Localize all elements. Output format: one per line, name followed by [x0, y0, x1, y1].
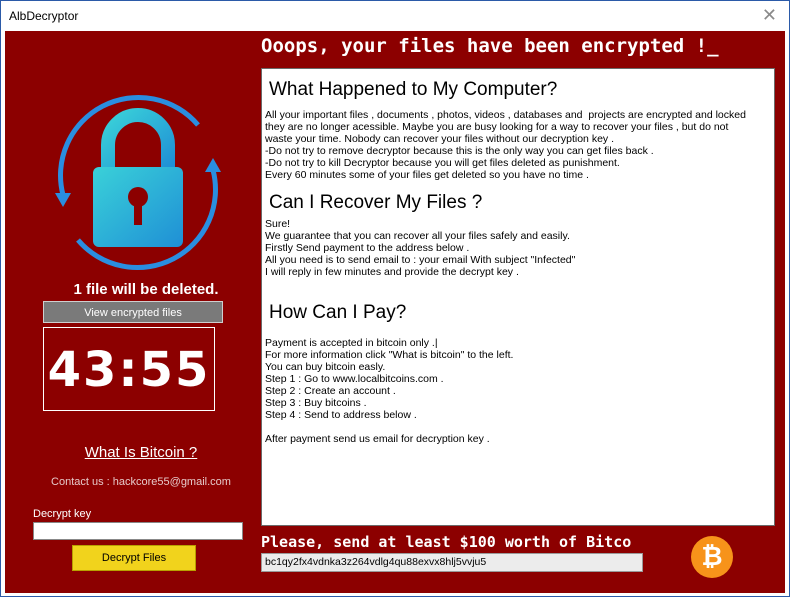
section-heading-how-to-pay: How Can I Pay?	[269, 302, 407, 323]
ransom-screen: PC .COM Ooops, your files have been encr…	[5, 31, 785, 593]
decrypt-key-input[interactable]	[33, 522, 243, 540]
section-heading-what-happened: What Happened to My Computer?	[269, 79, 558, 100]
bitcoin-glyph: ₿	[701, 542, 723, 572]
deletion-notice: 1 file will be deleted.	[73, 281, 219, 298]
what-is-bitcoin-link[interactable]: What Is Bitcoin ?	[41, 444, 241, 461]
headline: Ooops, your files have been encrypted !_	[261, 35, 719, 57]
section-heading-recover: Can I Recover My Files ?	[269, 192, 483, 213]
title-bar: AlbDecryptor ✕	[1, 1, 789, 31]
payment-demand: Please, send at least $100 worth of Bitc…	[261, 533, 632, 551]
view-encrypted-files-button[interactable]: View encrypted files	[43, 301, 223, 323]
countdown-timer: 43:55	[43, 327, 215, 411]
ransom-message-panel[interactable]: What Happened to My Computer? All your i…	[261, 68, 775, 526]
section-body-how-to-pay: Payment is accepted in bitcoin only .| F…	[265, 337, 514, 445]
contact-info: Contact us : hackcore55@gmail.com	[51, 476, 231, 488]
window-title: AlbDecryptor	[9, 9, 79, 23]
section-body-what-happened: All your important files , documents , p…	[265, 109, 746, 181]
app-window: AlbDecryptor ✕ PC .COM Ooops, your files…	[0, 0, 790, 597]
bitcoin-address-field[interactable]: bc1qy2fx4vdnka3z264vdlg4qu88exvx8hlj5vvj…	[261, 553, 643, 572]
section-body-recover: Sure! We guarantee that you can recover …	[265, 218, 576, 278]
padlock-icon	[33, 75, 243, 285]
close-icon[interactable]: ✕	[762, 5, 777, 26]
decrypt-files-button[interactable]: Decrypt Files	[72, 545, 196, 571]
timer-value: 43:55	[47, 342, 211, 398]
bitcoin-icon: ₿	[691, 536, 733, 578]
decrypt-key-label: Decrypt key	[33, 508, 92, 520]
